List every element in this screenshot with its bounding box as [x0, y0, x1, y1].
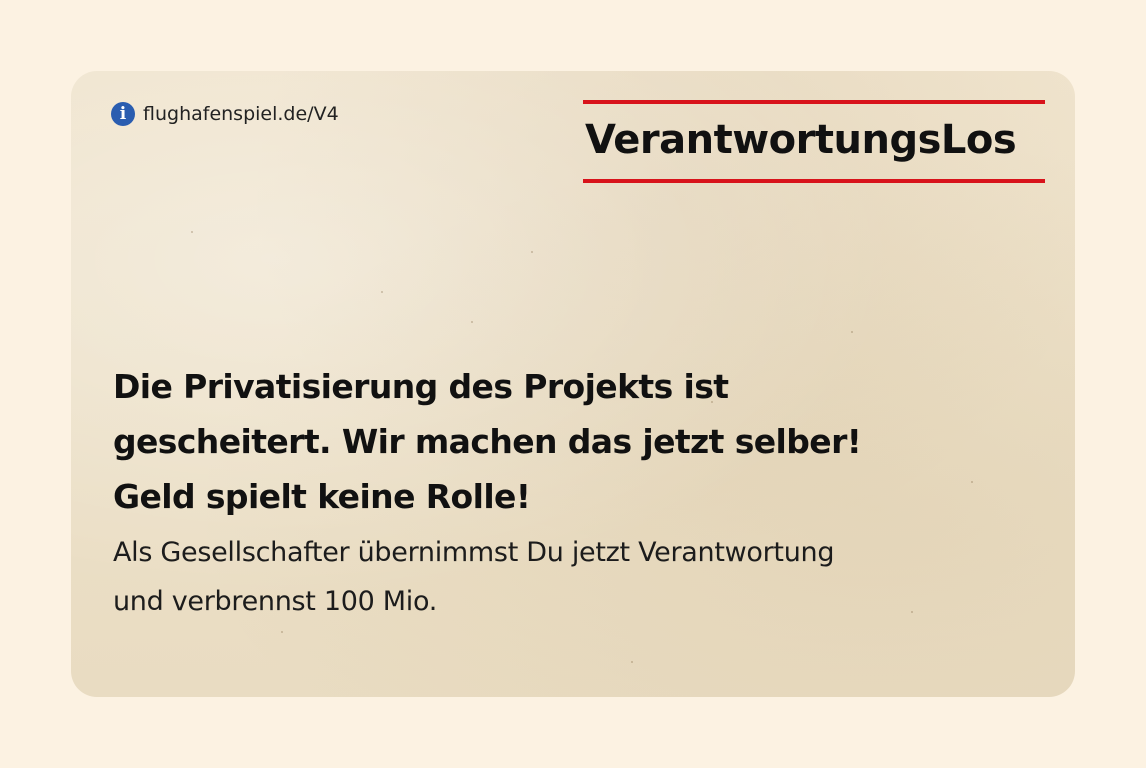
- card-title-block: VerantwortungsLos: [583, 100, 1045, 183]
- title-rule-bottom: [583, 179, 1045, 183]
- title-rule-top: [583, 100, 1045, 104]
- source-url: flughafenspiel.de/V4: [143, 103, 339, 125]
- card-title: VerantwortungsLos: [585, 117, 1017, 163]
- source-link[interactable]: i flughafenspiel.de/V4: [111, 101, 339, 127]
- headline-line: Geld spielt keine Rolle!: [113, 477, 531, 516]
- body-line: Als Gesellschafter übernimmst Du jetzt V…: [113, 537, 835, 568]
- card-body: Als Gesellschafter übernimmst Du jetzt V…: [113, 528, 1013, 626]
- headline-line: gescheitert. Wir machen das jetzt selber…: [113, 422, 862, 461]
- card-headline: Die Privatisierung des Projekts ist gesc…: [113, 359, 1013, 524]
- headline-line: Die Privatisierung des Projekts ist: [113, 367, 729, 406]
- info-icon: i: [111, 102, 135, 126]
- body-line: und verbrennst 100 Mio.: [113, 586, 437, 617]
- event-card: i flughafenspiel.de/V4 VerantwortungsLos…: [71, 71, 1075, 697]
